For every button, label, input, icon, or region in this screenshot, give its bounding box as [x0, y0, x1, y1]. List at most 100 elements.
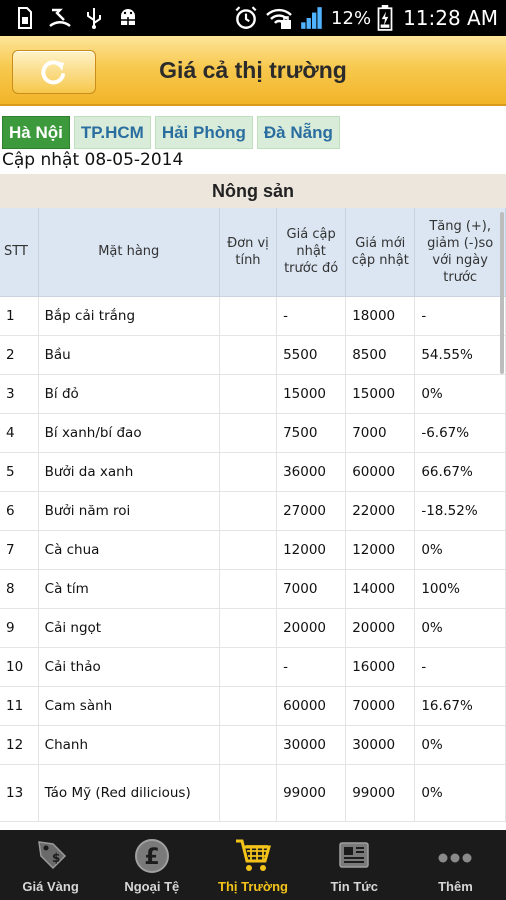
table-header-row: STT Mặt hàng Đơn vị tính Giá cập nhật tr… — [0, 208, 506, 297]
cell-item: Chanh — [38, 725, 220, 765]
nav-label-ngoai-te: Ngoại Tệ — [124, 879, 180, 894]
cell-change: 66.67% — [414, 452, 506, 492]
cell-unit — [219, 647, 278, 687]
cell-unit — [219, 452, 278, 492]
nav-thi-truong[interactable]: Thị Trường — [202, 830, 303, 900]
cell-unit — [219, 725, 278, 765]
svg-text:£: £ — [144, 845, 159, 870]
cell-change: - — [414, 296, 506, 336]
tab-da-nang[interactable]: Đà Nẵng — [256, 116, 340, 149]
nav-label-them: Thêm — [438, 879, 473, 894]
cell-change: -6.67% — [414, 413, 506, 453]
column-header-item: Mặt hàng — [38, 208, 220, 297]
cell-stt: 6 — [0, 491, 39, 531]
cell-change: 100% — [414, 569, 506, 609]
cell-item: Bưởi da xanh — [38, 452, 220, 492]
tab-hai-phong[interactable]: Hải Phòng — [154, 116, 253, 149]
nav-label-tin-tuc: Tin Tức — [330, 879, 378, 894]
gold-tag-icon: $ — [37, 841, 66, 870]
newspaper-icon — [339, 842, 369, 868]
table-row[interactable]: 11 Cam sành 60000 70000 16.67% — [0, 686, 506, 726]
cell-stt: 2 — [0, 335, 39, 375]
cell-item: Cải thảo — [38, 647, 220, 687]
cell-change: - — [414, 647, 506, 687]
nav-tin-tuc[interactable]: Tin Tức — [304, 830, 405, 900]
clock: 11:28 AM — [403, 6, 498, 30]
cell-previous-price: 7000 — [276, 569, 347, 609]
wifi-icon — [266, 8, 292, 29]
title-bar: Giá cả thị trường — [0, 36, 506, 106]
cell-stt: 10 — [0, 647, 39, 687]
pound-coin-icon: £ — [134, 839, 169, 873]
cell-change: 54.55% — [414, 335, 506, 375]
column-header-stt: STT — [0, 208, 39, 297]
update-date: Cập nhật 08-05-2014 — [2, 150, 184, 170]
battery-icon — [377, 5, 393, 31]
refresh-icon — [41, 60, 65, 85]
cell-item: Cà chua — [38, 530, 220, 570]
table-row[interactable]: 4 Bí xanh/bí đao 7500 7000 -6.67% — [0, 413, 506, 453]
table-row[interactable]: 12 Chanh 30000 30000 0% — [0, 725, 506, 765]
cell-previous-price: - — [276, 647, 347, 687]
page-title: Giá cả thị trường — [159, 57, 347, 83]
cell-stt: 3 — [0, 374, 39, 414]
cell-unit — [219, 296, 278, 336]
cell-previous-price: 5500 — [276, 335, 347, 375]
cell-stt: 7 — [0, 530, 39, 570]
cell-new-price: 8500 — [345, 335, 416, 375]
nav-them[interactable]: Thêm — [405, 830, 506, 900]
cell-item: Bưởi năm roi — [38, 491, 220, 531]
svg-text:$: $ — [52, 851, 60, 865]
cell-new-price: 22000 — [345, 491, 416, 531]
cell-stt: 1 — [0, 296, 39, 336]
cell-new-price: 60000 — [345, 452, 416, 492]
nav-ngoai-te[interactable]: £ Ngoại Tệ — [101, 830, 202, 900]
city-tabs: Hà Nội TP.HCM Hải Phòng Đà Nẵng — [2, 116, 340, 149]
phone-missed-icon — [49, 8, 71, 27]
cell-new-price: 7000 — [345, 413, 416, 453]
table-row[interactable]: 13 Táo Mỹ (Red dilicious) 99000 99000 0% — [0, 764, 506, 822]
table-row[interactable]: 2 Bầu 5500 8500 54.55% — [0, 335, 506, 375]
tab-ha-noi[interactable]: Hà Nội — [2, 116, 70, 149]
cell-previous-price: 27000 — [276, 491, 347, 531]
column-header-unit: Đơn vị tính — [219, 208, 278, 297]
cell-item: Cải ngọt — [38, 608, 220, 648]
cell-new-price: 30000 — [345, 725, 416, 765]
cell-unit — [219, 686, 278, 726]
table-row[interactable]: 10 Cải thảo -16000- — [0, 647, 506, 687]
nav-label-gia-vang: Giá Vàng — [22, 879, 79, 894]
status-bar: 12% 11:28 AM — [0, 0, 506, 36]
table-row[interactable]: 9 Cải ngọt 20000 20000 0% — [0, 608, 506, 648]
table-row[interactable]: 8 Cà tím 7000 14000 100% — [0, 569, 506, 609]
cell-previous-price: 15000 — [276, 374, 347, 414]
table-row[interactable]: 3 Bí đỏ 15000 15000 0% — [0, 374, 506, 414]
cell-change: 0% — [414, 530, 506, 570]
cell-change: 0% — [414, 374, 506, 414]
cell-item: Bí xanh/bí đao — [38, 413, 220, 453]
cell-new-price: 99000 — [345, 764, 416, 822]
cell-stt: 5 — [0, 452, 39, 492]
column-header-new-price: Giá mới cập nhật — [345, 208, 416, 297]
cell-item: Bắp cải trắng — [38, 296, 220, 336]
table-scrollbar[interactable] — [500, 212, 504, 374]
table-row[interactable]: 1 Bắp cải trắng -18000- — [0, 296, 506, 336]
table-row[interactable]: 7 Cà chua 12000 12000 0% — [0, 530, 506, 570]
cell-stt: 4 — [0, 413, 39, 453]
cell-stt: 9 — [0, 608, 39, 648]
cell-change: 0% — [414, 764, 506, 822]
cell-new-price: 70000 — [345, 686, 416, 726]
cell-stt: 8 — [0, 569, 39, 609]
cell-change: 0% — [414, 608, 506, 648]
cell-change: 0% — [414, 725, 506, 765]
table-row[interactable]: 5 Bưởi da xanh 36000 60000 66.67% — [0, 452, 506, 492]
cell-unit — [219, 491, 278, 531]
cell-item: Táo Mỹ (Red dilicious) — [38, 764, 220, 822]
cell-previous-price: - — [276, 296, 347, 336]
cell-unit — [219, 413, 278, 453]
nav-gia-vang[interactable]: $ Giá Vàng — [0, 830, 101, 900]
cell-unit — [219, 530, 278, 570]
cell-previous-price: 7500 — [276, 413, 347, 453]
table-row[interactable]: 6 Bưởi năm roi 27000 22000 -18.52% — [0, 491, 506, 531]
tab-tp-hcm[interactable]: TP.HCM — [73, 116, 151, 149]
refresh-button[interactable] — [12, 50, 96, 94]
